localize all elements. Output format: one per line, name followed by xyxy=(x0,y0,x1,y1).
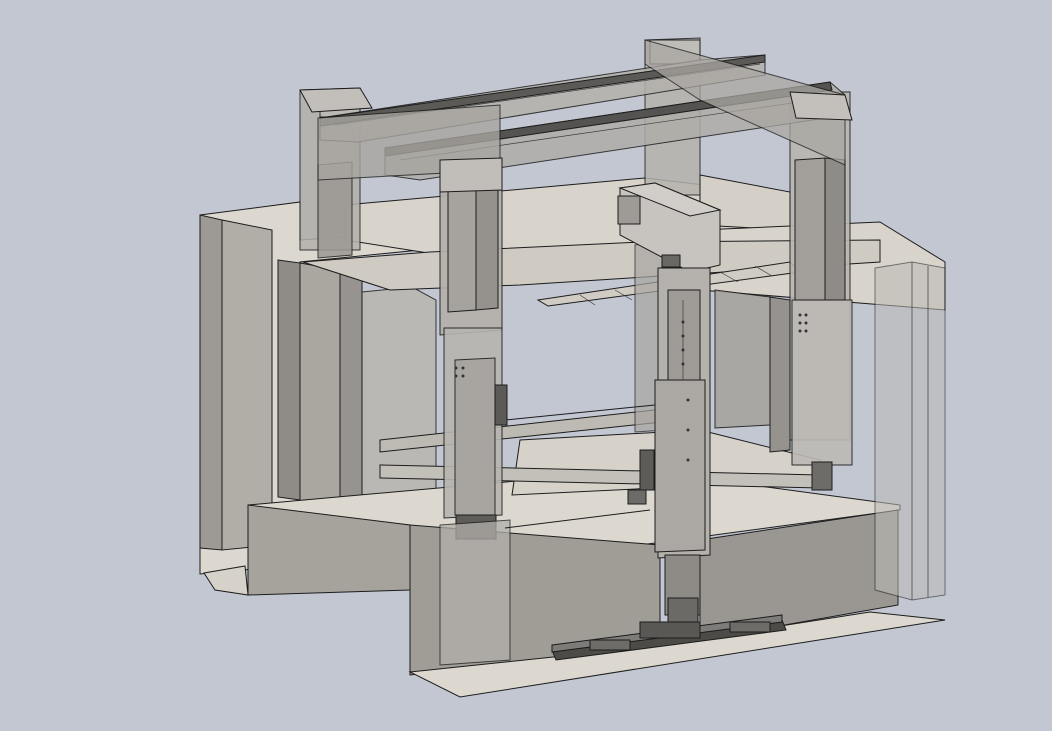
right-column-glass xyxy=(874,261,946,601)
top-gantry-beams xyxy=(299,39,853,193)
ram-actuator xyxy=(639,449,655,491)
right-wall-back xyxy=(714,289,771,429)
cap-back-left xyxy=(299,87,373,113)
left-wall-panel-2-face xyxy=(299,262,341,521)
left-wall-panel-3 xyxy=(339,269,363,521)
cad-viewport[interactable] xyxy=(0,0,1052,731)
gantry-model-view xyxy=(199,37,946,698)
left-wall-panel-2 xyxy=(277,259,301,501)
left-wall-panel-1 xyxy=(199,214,223,551)
cap-front-right xyxy=(789,91,853,121)
spindle-motor-box xyxy=(617,195,641,225)
right-wall-panel xyxy=(769,296,791,453)
left-wall-panel-1-face xyxy=(221,219,273,551)
cap-front-left xyxy=(439,157,503,193)
